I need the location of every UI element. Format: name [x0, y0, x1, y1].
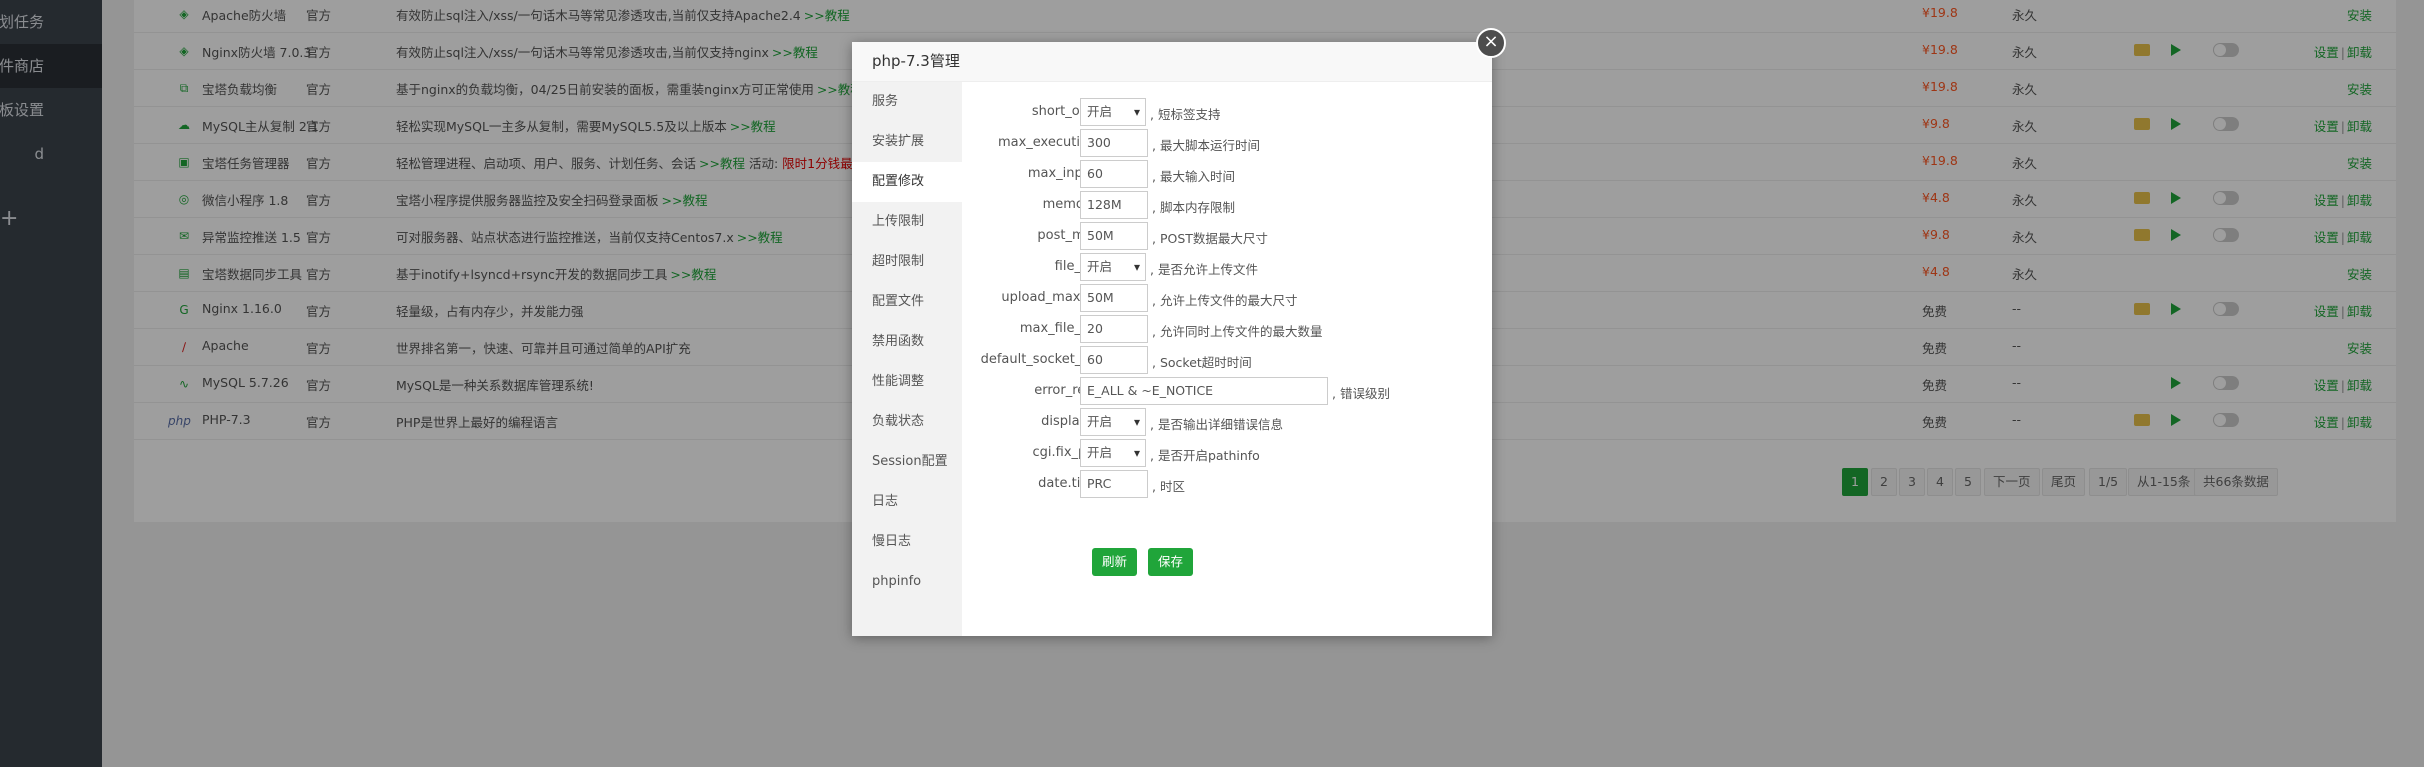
- config-row: display_errors开启, 是否输出详细错误信息: [962, 408, 1492, 436]
- config-input[interactable]: 128M: [1080, 191, 1148, 219]
- dialog-tab[interactable]: 禁用函数: [852, 322, 962, 362]
- config-description: , 允许同时上传文件的最大数量: [1152, 324, 1323, 339]
- dialog-tab[interactable]: 安装扩展: [852, 122, 962, 162]
- dialog-tab[interactable]: phpinfo: [852, 562, 962, 602]
- config-row: memory_limit128M, 脚本内存限制: [962, 191, 1492, 219]
- config-description: , 是否开启pathinfo: [1150, 448, 1260, 463]
- php-manager-dialog: php-7.3管理 服务 安装扩展 配置修改 上传限制 超时限制 配置文件 禁用函数 性能调整…: [852, 42, 1492, 636]
- config-select[interactable]: 开启: [1080, 439, 1146, 467]
- config-input[interactable]: E_ALL & ~E_NOTICE: [1080, 377, 1328, 405]
- config-description: , 允许上传文件的最大尺寸: [1152, 293, 1298, 308]
- config-select[interactable]: 开启: [1080, 253, 1146, 281]
- dialog-title: php-7.3管理: [852, 42, 1492, 82]
- config-row: post_max_size50M, POST数据最大尺寸: [962, 222, 1492, 250]
- save-button[interactable]: 保存: [1148, 548, 1194, 576]
- refresh-button[interactable]: 刷新: [1092, 548, 1138, 576]
- dialog-tab[interactable]: 超时限制: [852, 242, 962, 282]
- config-description: , 时区: [1152, 479, 1185, 494]
- config-description: , 最大输入时间: [1152, 169, 1235, 184]
- config-input[interactable]: 50M: [1080, 222, 1148, 250]
- config-row: file_uploads开启, 是否允许上传文件: [962, 253, 1492, 281]
- config-description: , 是否允许上传文件: [1150, 262, 1258, 277]
- dialog-tab[interactable]: 负载状态: [852, 402, 962, 442]
- dialog-tab[interactable]: 上传限制: [852, 202, 962, 242]
- config-row: short_open_tag开启, 短标签支持: [962, 98, 1492, 126]
- config-description: , POST数据最大尺寸: [1152, 231, 1268, 246]
- config-description: , Socket超时时间: [1152, 355, 1252, 370]
- config-input[interactable]: 60: [1080, 160, 1148, 188]
- dialog-tab[interactable]: 性能调整: [852, 362, 962, 402]
- config-row: upload_max_filesize 50M, 允许上传文件的最大尺寸: [962, 284, 1492, 312]
- close-icon[interactable]: ×: [1476, 28, 1506, 58]
- config-row: default_socket_timeout 60, Socket超时时间: [962, 346, 1492, 374]
- dialog-tab[interactable]: 服务: [852, 82, 962, 122]
- config-row: cgi.fix_pathinfo开启, 是否开启pathinfo: [962, 439, 1492, 467]
- dialog-tab[interactable]: 配置文件: [852, 282, 962, 322]
- dialog-tab-list: 服务 安装扩展 配置修改 上传限制 超时限制 配置文件 禁用函数 性能调整 负载状态 Sessio…: [852, 82, 962, 636]
- config-description: , 短标签支持: [1150, 107, 1221, 122]
- config-input[interactable]: 300: [1080, 129, 1148, 157]
- config-description: , 是否输出详细错误信息: [1150, 417, 1283, 432]
- config-row: max_execution_time 300, 最大脚本运行时间: [962, 129, 1492, 157]
- dialog-tab[interactable]: Session配置: [852, 442, 962, 482]
- config-description: , 错误级别: [1332, 386, 1390, 401]
- config-input[interactable]: 50M: [1080, 284, 1148, 312]
- config-description: , 脚本内存限制: [1152, 200, 1235, 215]
- config-row: max_file_uploads 20, 允许同时上传文件的最大数量: [962, 315, 1492, 343]
- config-row: max_input_time60, 最大输入时间: [962, 160, 1492, 188]
- config-input[interactable]: PRC: [1080, 470, 1148, 498]
- config-description: , 最大脚本运行时间: [1152, 138, 1260, 153]
- dialog-tab[interactable]: 慢日志: [852, 522, 962, 562]
- dialog-tab[interactable]: 日志: [852, 482, 962, 522]
- config-input[interactable]: 60: [1080, 346, 1148, 374]
- config-row: date.timezonePRC, 时区: [962, 470, 1492, 498]
- config-select[interactable]: 开启: [1080, 408, 1146, 436]
- dialog-tab[interactable]: 配置修改: [852, 162, 962, 202]
- config-select[interactable]: 开启: [1080, 98, 1146, 126]
- config-row: error_reportingE_ALL & ~E_NOTICE, 错误级别: [962, 377, 1492, 405]
- config-input[interactable]: 20: [1080, 315, 1148, 343]
